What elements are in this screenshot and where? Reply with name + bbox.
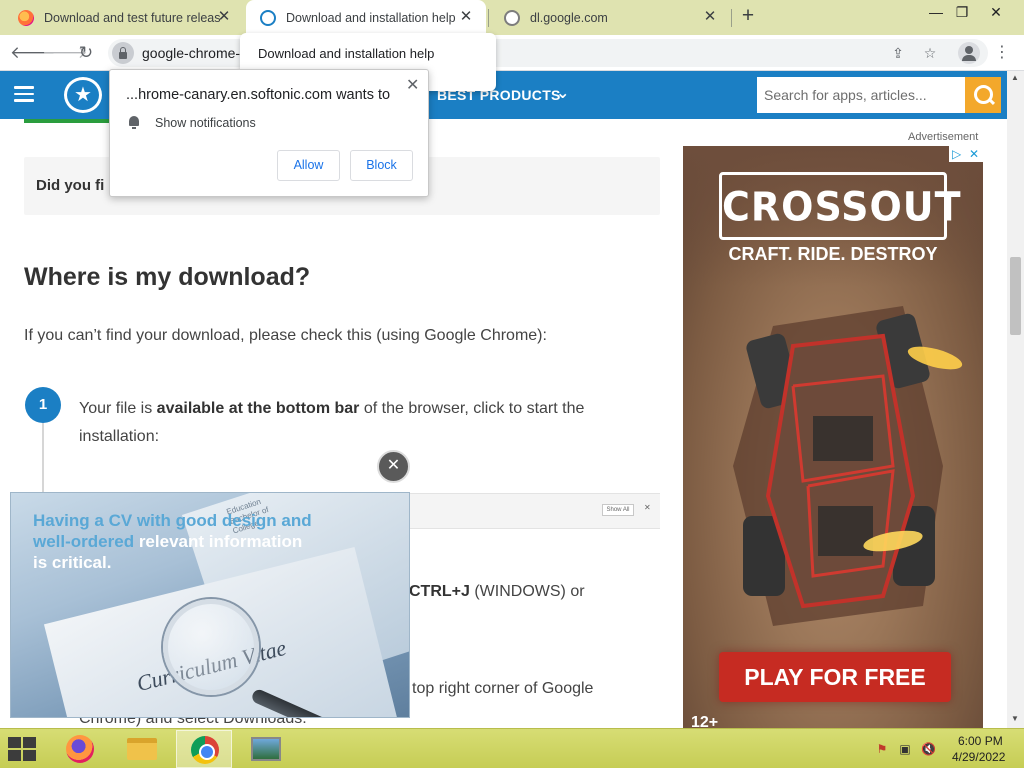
windows-start-icon[interactable] (8, 737, 38, 761)
age-rating: 12+ (691, 714, 719, 728)
search-icon[interactable] (965, 77, 1001, 113)
network-icon[interactable]: ▣ (898, 742, 912, 756)
shortcut-text: CTRL+J (WINDOWS) or (409, 583, 585, 601)
play-for-free-button[interactable]: PLAY FOR FREE (719, 652, 951, 702)
lock-icon[interactable] (112, 42, 134, 64)
tab-separator (731, 9, 732, 27)
found-prompt-text: Did you fi (36, 177, 105, 194)
show-all-button-image: Show All (602, 504, 634, 516)
video-caption-line-3: is critical. (33, 553, 112, 572)
taskbar-firefox[interactable] (52, 730, 108, 768)
video-caption-line-1: Having a CV with good design and (33, 511, 312, 530)
advertisement-label: Advertisement (908, 131, 979, 143)
screen: Download and test future releas ✕ Downlo… (0, 0, 1024, 768)
back-button[interactable]: 🡐 (10, 41, 56, 65)
menu-kebab-icon[interactable]: ⋮ (994, 41, 1010, 65)
crossout-ad[interactable]: ▷ ✕ CROSSOUT CRAFT. RIDE. DESTROY PLAY F… (683, 146, 983, 728)
speaker-muted-icon[interactable]: 🔇 (921, 742, 936, 756)
softonic-icon (260, 9, 276, 26)
video-caption-line-2: well-ordered relevant information (33, 532, 302, 552)
block-button[interactable]: Block (350, 150, 413, 181)
firefox-icon (66, 735, 94, 763)
taskbar-file-explorer[interactable] (114, 730, 170, 768)
close-icon[interactable]: ✕ (969, 146, 979, 162)
tab-title: dl.google.com (530, 10, 608, 25)
close-tab-icon[interactable]: ✕ (458, 9, 474, 25)
site-search-input[interactable] (757, 77, 965, 113)
crossout-logo: CROSSOUT (719, 172, 962, 240)
download-bar-screenshot: Show All ✕ (400, 493, 660, 529)
restore-button[interactable]: ❐ (947, 0, 977, 30)
browser-toolbar: 🡐 🡒 ↻ google-chrome- ⇪ ☆ ⋮ (0, 35, 1024, 71)
flag-icon[interactable]: ⚑ (875, 742, 889, 756)
allow-button[interactable]: Allow (277, 150, 340, 181)
magnifying-glass-icon (163, 599, 259, 695)
share-icon[interactable]: ⇪ (888, 43, 908, 63)
profile-avatar-icon[interactable] (958, 42, 980, 64)
tab-title: Download and test future releas (44, 10, 220, 25)
tab-title: Download and installation help (286, 10, 456, 25)
caption-white: relevant information (134, 532, 303, 551)
folder-icon (127, 738, 157, 760)
forward-button[interactable]: 🡒 (42, 41, 88, 65)
step-number: 1 (25, 387, 61, 423)
tab-firefox-release[interactable]: Download and test future releas ✕ (4, 0, 244, 35)
close-icon: ✕ (644, 503, 651, 512)
armored-car-image (733, 306, 963, 626)
tab-separator (488, 9, 489, 27)
game-title: CROSSOUT (722, 183, 962, 231)
notification-permission-popup: ...hrome-canary.en.softonic.com wants to… (109, 69, 429, 197)
bell-icon (128, 116, 140, 129)
taskbar-chrome[interactable] (176, 730, 232, 768)
tab-download-help[interactable]: Download and installation help ✕ (246, 0, 486, 35)
bookmark-star-icon[interactable]: ☆ (920, 43, 940, 63)
scroll-up-arrow-icon[interactable]: ▲ (1011, 73, 1019, 82)
close-window-button[interactable]: ✕ (981, 0, 1011, 30)
chevron-down-icon[interactable]: ⌄ (556, 83, 569, 103)
clock-date[interactable]: 4/29/2022 (952, 750, 1005, 764)
clock-time[interactable]: 6:00 PM (958, 734, 1003, 748)
hamburger-menu-icon[interactable] (14, 86, 34, 102)
caption-blue: well-ordered (33, 532, 135, 551)
step-text-part: Your file is (79, 400, 157, 417)
adchoices-badge[interactable]: ▷ ✕ (949, 146, 983, 162)
shortcut-rest: (WINDOWS) or (469, 583, 585, 600)
scroll-thumb[interactable] (1010, 257, 1021, 335)
reload-button[interactable]: ↻ (74, 41, 98, 65)
softonic-logo[interactable] (64, 77, 102, 113)
page-scrollbar[interactable]: ▲ ▼ (1007, 71, 1024, 728)
corner-text: top right corner of Google (412, 680, 594, 697)
step-1-text: Your file is available at the bottom bar… (79, 395, 639, 451)
close-video-button[interactable]: ✕ (377, 450, 410, 483)
close-tab-icon[interactable]: ✕ (216, 9, 232, 25)
tab-dl-google[interactable]: dl.google.com ✕ (490, 0, 730, 35)
ad-tagline: CRAFT. RIDE. DESTROY (728, 244, 938, 264)
intro-text: If you can’t find your download, please … (24, 327, 547, 344)
scroll-down-arrow-icon[interactable]: ▼ (1011, 714, 1019, 723)
chrome-icon (191, 736, 219, 764)
step-text-bold: available at the bottom bar (156, 400, 360, 417)
url-text: google-chrome- (142, 45, 241, 61)
taskbar-photos[interactable] (238, 730, 294, 768)
firefox-icon (18, 9, 34, 26)
image-viewer-icon (251, 737, 281, 761)
new-tab-button[interactable]: + (737, 5, 759, 27)
shortcut-key: CTRL+J (409, 583, 470, 600)
close-icon[interactable]: ✕ (406, 75, 419, 95)
download-button-edge[interactable] (24, 119, 112, 123)
permission-title: ...hrome-canary.en.softonic.com wants to (126, 87, 391, 103)
close-tab-icon[interactable]: ✕ (702, 9, 718, 25)
permission-request: Show notifications (155, 116, 256, 130)
adchoices-icon: ▷ (952, 147, 962, 161)
video-ad-player[interactable]: Education Bachelor of College Curriculum… (10, 492, 410, 718)
windows-taskbar: ⚑ ▣ 🔇 6:00 PM 4/29/2022 (0, 728, 1024, 768)
page-title: Where is my download? (24, 263, 311, 291)
globe-icon (504, 9, 520, 26)
hover-card-title: Download and installation help (258, 46, 435, 61)
tab-strip: Download and test future releas ✕ Downlo… (0, 0, 1024, 35)
